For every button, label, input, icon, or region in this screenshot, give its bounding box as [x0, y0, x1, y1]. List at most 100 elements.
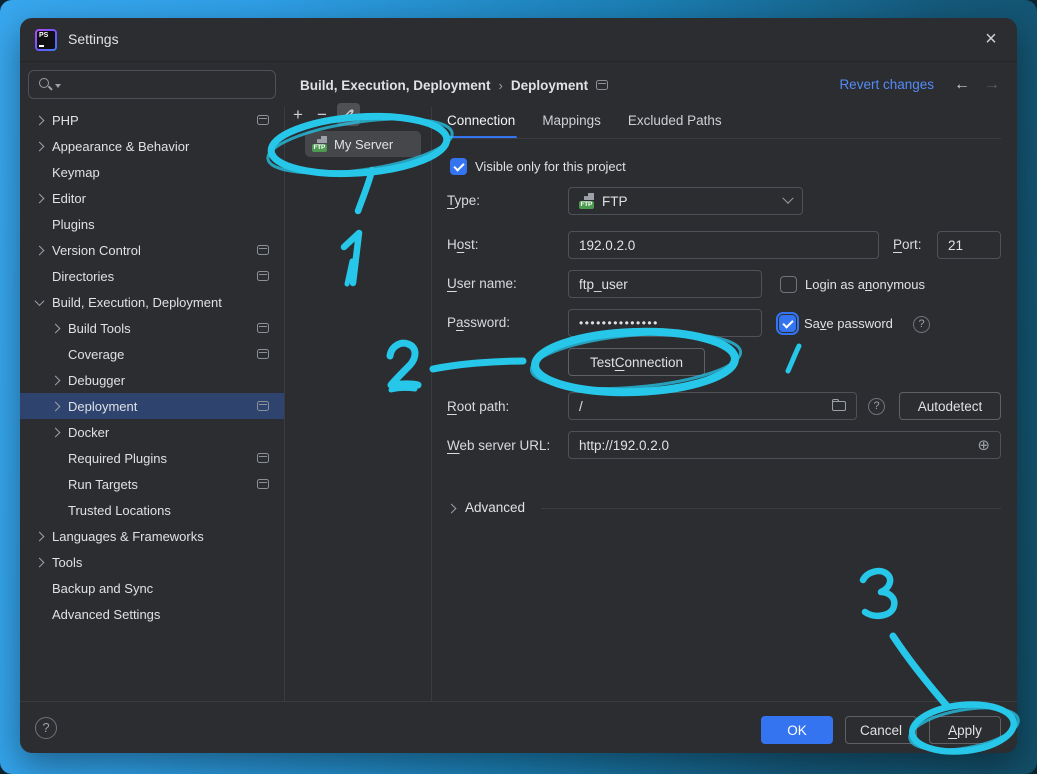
ftp-icon-badge: FTP: [579, 201, 594, 209]
chevron-right-icon: [51, 323, 61, 333]
save-password-help-icon[interactable]: [913, 316, 930, 333]
sidebar-item-languages-frameworks[interactable]: Languages & Frameworks: [20, 523, 284, 549]
sidebar-item-label: PHP: [52, 113, 79, 128]
sidebar-item-backup-and-sync[interactable]: Backup and Sync: [20, 575, 284, 601]
sidebar-item-trusted-locations[interactable]: Trusted Locations: [20, 497, 284, 523]
server-list-item-my-server[interactable]: FTP My Server: [305, 131, 421, 157]
label-text: Test: [590, 355, 615, 370]
sidebar-item-deployment[interactable]: Deployment: [20, 393, 284, 419]
sidebar-item-run-targets[interactable]: Run Targets: [20, 471, 284, 497]
sidebar-item-advanced-settings[interactable]: Advanced Settings: [20, 601, 284, 627]
sidebar-item-directories[interactable]: Directories: [20, 263, 284, 289]
sidebar-item-coverage[interactable]: Coverage: [20, 341, 284, 367]
tree-splitter: [284, 107, 285, 701]
sidebar-item-tools[interactable]: Tools: [20, 549, 284, 575]
breadcrumb-section[interactable]: Build, Execution, Deployment: [300, 78, 491, 93]
chevron-right-icon: [51, 401, 61, 411]
window-icon: [257, 401, 269, 411]
deployment-tabs: Connection Mappings Excluded Paths: [447, 113, 722, 139]
sidebar-item-build-tools[interactable]: Build Tools: [20, 315, 284, 341]
app-badge: PS: [39, 32, 48, 39]
type-dropdown[interactable]: FTP FTP: [568, 187, 803, 215]
sidebar-item-label: Languages & Frameworks: [52, 529, 204, 544]
settings-dialog: PS Settings Build, Execution, Deployment…: [20, 18, 1017, 753]
chevron-spacer: [52, 351, 59, 358]
back-arrow-icon[interactable]: [951, 74, 973, 96]
window-icon: [257, 453, 269, 463]
sidebar-item-required-plugins[interactable]: Required Plugins: [20, 445, 284, 471]
label-text: H: [447, 237, 457, 252]
sidebar-item-label: Version Control: [52, 243, 141, 258]
label-text: eb server URL:: [460, 438, 551, 453]
advanced-divider: [541, 508, 1001, 509]
mnemonic: P: [893, 237, 902, 252]
sidebar-item-docker[interactable]: Docker: [20, 419, 284, 445]
label-text: oot path:: [457, 399, 510, 414]
chevron-right-icon: [51, 427, 61, 437]
user-name-input[interactable]: ftp_user: [568, 270, 762, 298]
breadcrumb-page[interactable]: Deployment: [511, 78, 588, 93]
mnemonic: R: [447, 399, 457, 414]
chevron-right-icon: [35, 245, 45, 255]
port-input[interactable]: 21: [937, 231, 1001, 259]
sidebar-item-label: Required Plugins: [68, 451, 167, 466]
root-path-help-icon[interactable]: [868, 398, 885, 415]
sidebar-item-label: Tools: [52, 555, 82, 570]
chevron-spacer: [52, 455, 59, 462]
apply-button[interactable]: Apply: [929, 716, 1001, 744]
sidebar-item-label: Run Targets: [68, 477, 138, 492]
ftp-icon-steps: [584, 193, 594, 200]
window-icon: [257, 349, 269, 359]
pencil-icon: [342, 108, 355, 121]
tabs-divider: [447, 138, 1001, 139]
window-icon: [257, 115, 269, 125]
mnemonic: W: [447, 438, 460, 453]
ftp-icon-steps: [317, 136, 327, 143]
sidebar-item-plugins[interactable]: Plugins: [20, 211, 284, 237]
sidebar-item-php[interactable]: PHP: [20, 107, 284, 133]
ok-button[interactable]: OK: [761, 716, 833, 744]
sidebar-item-editor[interactable]: Editor: [20, 185, 284, 211]
add-server-icon[interactable]: [287, 104, 309, 126]
web-server-url-input[interactable]: http://192.0.2.0: [568, 431, 1001, 459]
tab-connection[interactable]: Connection: [447, 113, 515, 139]
window-icon: [257, 271, 269, 281]
port-value: 21: [948, 238, 963, 253]
label-text: ser name:: [457, 276, 517, 291]
help-button[interactable]: [35, 717, 57, 739]
sidebar-item-debugger[interactable]: Debugger: [20, 367, 284, 393]
revert-changes-link[interactable]: Revert changes: [839, 77, 934, 92]
settings-search-input[interactable]: [28, 70, 276, 99]
save-password-checkbox[interactable]: [779, 315, 796, 332]
host-input[interactable]: 192.0.2.0: [568, 231, 879, 259]
remove-server-icon[interactable]: [311, 104, 333, 126]
visible-only-checkbox[interactable]: [450, 158, 467, 175]
sidebar-item-label: Directories: [52, 269, 114, 284]
label-text: ype:: [455, 193, 481, 208]
window-icon: [257, 245, 269, 255]
tab-excluded-paths[interactable]: Excluded Paths: [628, 113, 722, 139]
chevron-right-icon: [35, 193, 45, 203]
edit-server-button[interactable]: [337, 103, 360, 126]
cancel-button[interactable]: Cancel: [845, 716, 917, 744]
sidebar-item-label: Editor: [52, 191, 86, 206]
password-input[interactable]: ••••••••••••••: [568, 309, 762, 337]
test-connection-button[interactable]: Test Connection: [568, 348, 705, 376]
sidebar-item-appearance-behavior[interactable]: Appearance & Behavior: [20, 133, 284, 159]
sidebar-item-build-execution-deployment[interactable]: Build, Execution, Deployment: [20, 289, 284, 315]
chevron-spacer: [36, 273, 43, 280]
sidebar-item-keymap[interactable]: Keymap: [20, 159, 284, 185]
autodetect-button[interactable]: Autodetect: [899, 392, 1001, 420]
web-server-url-value: http://192.0.2.0: [579, 438, 970, 453]
sidebar-item-label: Build Tools: [68, 321, 131, 336]
mnemonic: U: [447, 276, 457, 291]
chevron-spacer: [36, 611, 43, 618]
folder-browse-icon[interactable]: [832, 401, 846, 411]
type-label: Type:: [447, 193, 480, 208]
login-anonymous-checkbox[interactable]: [780, 276, 797, 293]
sidebar-item-version-control[interactable]: Version Control: [20, 237, 284, 263]
close-icon[interactable]: [979, 27, 1003, 51]
root-path-input[interactable]: /: [568, 392, 857, 420]
advanced-section-toggle[interactable]: Advanced: [448, 500, 525, 515]
tab-mappings[interactable]: Mappings: [542, 113, 601, 139]
